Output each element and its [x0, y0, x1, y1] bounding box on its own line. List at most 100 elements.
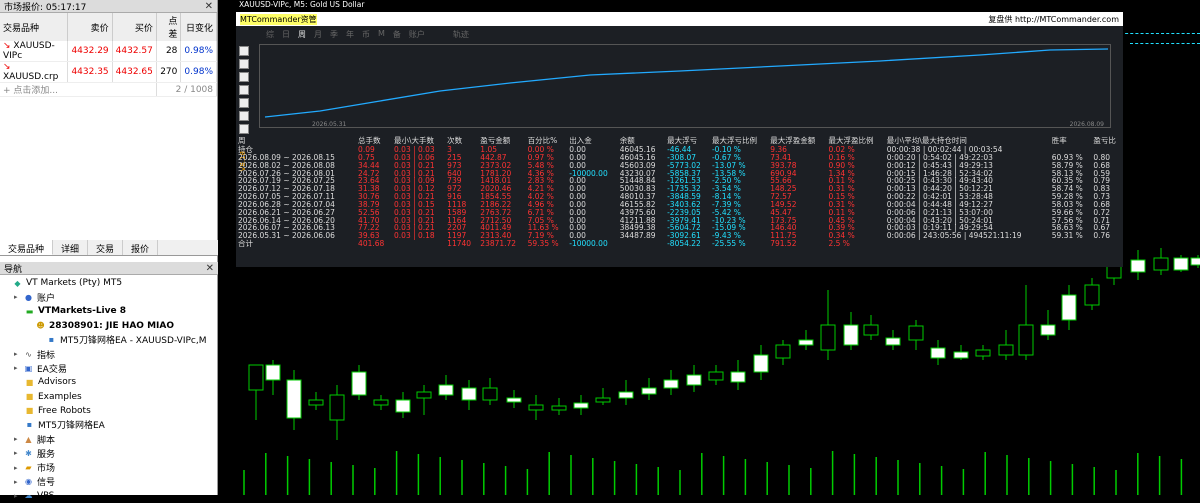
nav-item[interactable]: ▸ ● 账户: [0, 290, 218, 304]
nav-item[interactable]: ◆ VT Markets (Pty) MT5: [0, 276, 218, 290]
nav-item[interactable]: ▪ MT5刀锋网格EA - XAUUSD-VIPc,M: [0, 333, 218, 347]
nav-label: VPS: [37, 490, 55, 501]
change-cell: 0.98%: [180, 61, 217, 83]
nav-item[interactable]: ■ Advisors: [0, 375, 218, 389]
column-header[interactable]: 买价: [112, 13, 157, 41]
nav-item[interactable]: ■ Examples: [0, 390, 218, 404]
market-watch-titlebar: 市场报价: 05:17:17 ✕: [0, 0, 217, 13]
ea-icon: ▪: [48, 335, 55, 345]
timeframe-tabs: 综日周月季年币 M 备账户 轨迹: [236, 26, 1123, 40]
market-icon: ▰: [25, 463, 32, 473]
date-start-label: 2026.05.31: [312, 121, 347, 128]
timeframe-tab[interactable]: 备: [393, 29, 401, 40]
tab-1[interactable]: 详细: [53, 240, 89, 255]
settings-icon[interactable]: [239, 124, 249, 134]
nav-item[interactable]: ▸ ▲ 脚本: [0, 432, 218, 446]
nav-label: 信号: [37, 478, 56, 489]
nav-label: VTMarkets-Live 8: [38, 306, 127, 317]
expand-icon[interactable]: ▸: [14, 464, 22, 472]
weekly-stats-table: 周总手数 最小\大手数 次数 盈亏金额 百分比% 出入金 余额 最大浮亏 最大浮亏比例 最大浮盈金…: [236, 136, 1123, 248]
chart-icon[interactable]: [239, 85, 249, 95]
nav-label: 脚本: [37, 435, 56, 446]
add-symbol-cell[interactable]: + 点击添加...: [0, 82, 157, 97]
folder-icon: ■: [25, 392, 34, 402]
expand-icon[interactable]: ▸: [14, 293, 22, 301]
zoom-in-icon[interactable]: [239, 46, 249, 56]
broker-icon: ◆: [14, 278, 21, 288]
symbol-row[interactable]: ↘ XAUUSD.crp 4432.35 4432.65 270 0.98%: [0, 61, 217, 83]
tab-2[interactable]: 交易: [88, 240, 124, 255]
timeframe-tab[interactable]: 周: [298, 29, 306, 40]
nav-item[interactable]: ▬ VTMarkets-Live 8: [0, 304, 218, 318]
line-icon[interactable]: [239, 98, 249, 108]
expand-icon[interactable]: ▸: [14, 364, 22, 372]
nav-item[interactable]: ■ Free Robots: [0, 404, 218, 418]
stats-cell: [618, 240, 665, 248]
stats-cell: 59.31 %: [1051, 231, 1083, 241]
nav-label: 28308901: JIE HAO MIAO: [49, 320, 175, 331]
column-header[interactable]: 交易品种: [0, 13, 69, 41]
timeframe-tab[interactable]: M: [378, 29, 385, 40]
expand-icon[interactable]: ▸: [14, 449, 22, 457]
timeframe-tab[interactable]: 账户: [409, 29, 425, 40]
symbol-row[interactable]: ↘ XAUUSD-VIPc 4432.29 4432.57 28 0.98%: [0, 41, 217, 62]
nav-label: EA交易: [37, 364, 67, 375]
stats-cell: 401.68: [358, 239, 385, 249]
chart-window[interactable]: XAUUSD-VIPc, M5: Gold US Dollar MTComman…: [219, 0, 1200, 495]
equity-chart: 2026.05.31 2026.08.09: [259, 44, 1111, 128]
timeframe-tab[interactable]: 年: [346, 29, 354, 40]
close-icon[interactable]: ✕: [206, 263, 214, 274]
timeframe-tab[interactable]: 轨迹: [453, 29, 469, 40]
expand-icon[interactable]: ▸: [14, 435, 22, 443]
close-icon[interactable]: ✕: [205, 1, 213, 12]
tab-0[interactable]: 交易品种: [0, 240, 54, 255]
grid-icon[interactable]: [239, 72, 249, 82]
nav-item[interactable]: ▸ ▣ EA交易: [0, 361, 218, 375]
column-header[interactable]: 卖价: [67, 13, 113, 41]
bar-icon[interactable]: [239, 111, 249, 121]
expand-icon[interactable]: ▸: [14, 478, 22, 486]
add-symbol-row[interactable]: + 点击添加... 2 / 1008: [0, 82, 218, 97]
price-line: [1120, 33, 1200, 34]
signal-icon: ◉: [25, 477, 32, 487]
column-header[interactable]: 点差: [156, 13, 182, 41]
tab-3[interactable]: 报价: [123, 240, 159, 255]
nav-label: 指标: [37, 350, 56, 361]
folder-icon: ■: [25, 406, 34, 416]
price-line: [1130, 43, 1200, 44]
stats-header: 盈亏比: [1093, 136, 1116, 145]
navigator-tree: ◆ VT Markets (Pty) MT5 ▸ ● 账户 ▬ VTMarkets-Live…: [0, 276, 218, 503]
nav-item[interactable]: ▸ ∿ 指标: [0, 347, 218, 361]
timeframe-tab[interactable]: 月: [314, 29, 322, 40]
nav-item[interactable]: ▪ MT5刀锋网格EA: [0, 418, 218, 432]
folder-icon: ■: [25, 377, 34, 387]
nav-item[interactable]: ▸ ✱ 服务: [0, 446, 218, 460]
timeframe-tab[interactable]: 季: [330, 29, 338, 40]
panel-header: MTCommander资管 复盘供 http://MTCommander.com: [236, 12, 1123, 26]
symbol-cell: ↘ XAUUSD-VIPc: [0, 41, 69, 62]
ea-icon: ▪: [26, 420, 33, 430]
panel-toolbar: [239, 46, 251, 137]
nav-item[interactable]: ☻ 28308901: JIE HAO MIAO: [0, 319, 218, 333]
navigator-titlebar: 导航 ✕: [0, 262, 218, 275]
column-header[interactable]: 日变化: [180, 13, 217, 41]
nav-item[interactable]: ▸ ▰ 市场: [0, 460, 218, 474]
user-icon: ☻: [36, 321, 45, 331]
panel-link[interactable]: 复盘供 http://MTCommander.com: [988, 14, 1119, 25]
expand-icon[interactable]: ▸: [14, 350, 22, 358]
timeframe-tab[interactable]: 综: [266, 29, 274, 40]
timeframe-tab[interactable]: 日: [282, 29, 290, 40]
market-watch-title: 市场报价: 05:17:17: [4, 2, 87, 13]
zoom-out-icon[interactable]: [239, 59, 249, 69]
nav-label: 账户: [37, 293, 56, 304]
nav-item[interactable]: ▸ ◉ 信号: [0, 475, 218, 489]
expand-icon[interactable]: ▸: [14, 492, 22, 500]
symbol-cell: ↘ XAUUSD.crp: [0, 61, 69, 83]
stats-cell: -10000.00: [569, 239, 608, 249]
ea-folder-icon: ▣: [24, 363, 33, 373]
nav-item[interactable]: ▸ ☁ VPS: [0, 489, 218, 503]
nav-label: Examples: [38, 391, 82, 402]
arrow-down-icon: ↘: [3, 41, 14, 51]
stats-cell: 11740: [447, 239, 472, 249]
timeframe-tab[interactable]: 币: [362, 29, 370, 40]
